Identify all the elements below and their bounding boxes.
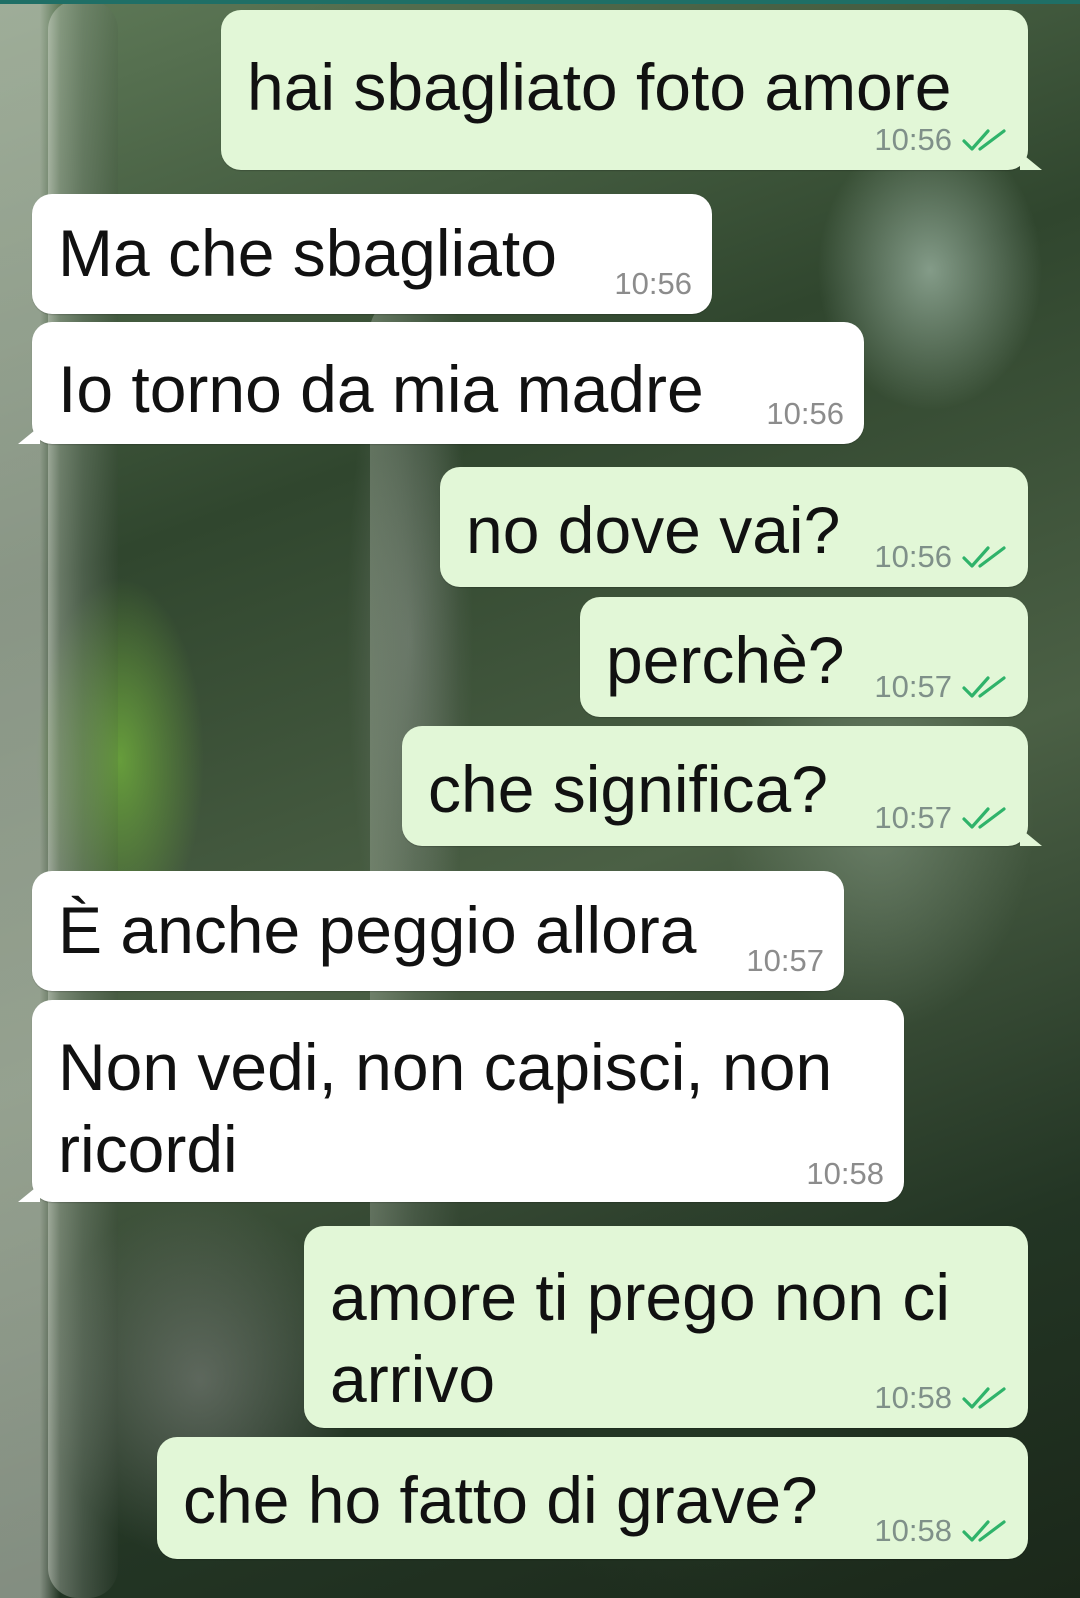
message-text: no dove vai?: [466, 493, 841, 567]
double-check-icon: [962, 545, 1008, 569]
double-check-icon: [962, 1519, 1008, 1543]
message-time: 10:58: [806, 1156, 884, 1191]
message-meta: 10:56: [614, 266, 692, 302]
double-check-icon: [962, 1386, 1008, 1410]
message-text: Io torno da mia madre: [58, 352, 704, 426]
message-time: 10:57: [746, 943, 824, 978]
bubble-tail: [1020, 152, 1042, 170]
bubble-tail: [18, 426, 40, 444]
outgoing-message[interactable]: no dove vai? 10:56: [440, 467, 1028, 587]
message-time: 10:56: [614, 266, 692, 301]
bubble-tail: [1020, 828, 1042, 846]
message-text: Ma che sbagliato: [58, 216, 557, 290]
message-time: 10:57: [874, 669, 952, 704]
app-bar-edge: [0, 0, 1080, 4]
message-text: È anche peggio allora: [58, 893, 697, 967]
incoming-message[interactable]: Ma che sbagliato 10:56: [32, 194, 712, 314]
double-check-icon: [962, 675, 1008, 699]
message-time: 10:57: [874, 800, 952, 835]
message-meta: 10:57: [874, 669, 1008, 705]
outgoing-message[interactable]: perchè? 10:57: [580, 597, 1028, 717]
message-meta: 10:58: [874, 1513, 1008, 1549]
message-meta: 10:56: [766, 396, 844, 432]
outgoing-message[interactable]: hai sbagliato foto amore 10:56: [221, 10, 1042, 170]
double-check-icon: [962, 806, 1008, 830]
message-time: 10:56: [874, 122, 952, 157]
message-meta: 10:58: [806, 1156, 884, 1192]
message-time: 10:56: [766, 396, 844, 431]
outgoing-message[interactable]: che ho fatto di grave? 10:58: [157, 1437, 1028, 1559]
message-text: amore ti prego non ci arrivo: [330, 1260, 951, 1416]
message-meta: 10:56: [874, 122, 1008, 158]
message-time: 10:58: [874, 1380, 952, 1415]
message-time: 10:56: [874, 539, 952, 574]
message-text: che ho fatto di grave?: [183, 1463, 818, 1537]
incoming-message[interactable]: È anche peggio allora 10:57: [32, 871, 844, 991]
message-meta: 10:56: [874, 539, 1008, 575]
bubble-tail: [18, 1184, 40, 1202]
message-time: 10:58: [874, 1513, 952, 1548]
message-text: Non vedi, non capisci, non ricordi: [58, 1030, 833, 1186]
message-meta: 10:57: [746, 943, 824, 979]
message-meta: 10:57: [874, 800, 1008, 836]
outgoing-message[interactable]: amore ti prego non ci arrivo 10:58: [304, 1226, 1028, 1428]
message-text: che significa?: [428, 752, 828, 826]
incoming-message[interactable]: Io torno da mia madre 10:56: [18, 322, 864, 444]
incoming-message[interactable]: Non vedi, non capisci, non ricordi 10:58: [18, 1000, 904, 1202]
message-meta: 10:58: [874, 1380, 1008, 1416]
outgoing-message[interactable]: che significa? 10:57: [402, 726, 1042, 846]
message-text: hai sbagliato foto amore: [247, 50, 952, 124]
message-text: perchè?: [606, 623, 845, 697]
double-check-icon: [962, 128, 1008, 152]
